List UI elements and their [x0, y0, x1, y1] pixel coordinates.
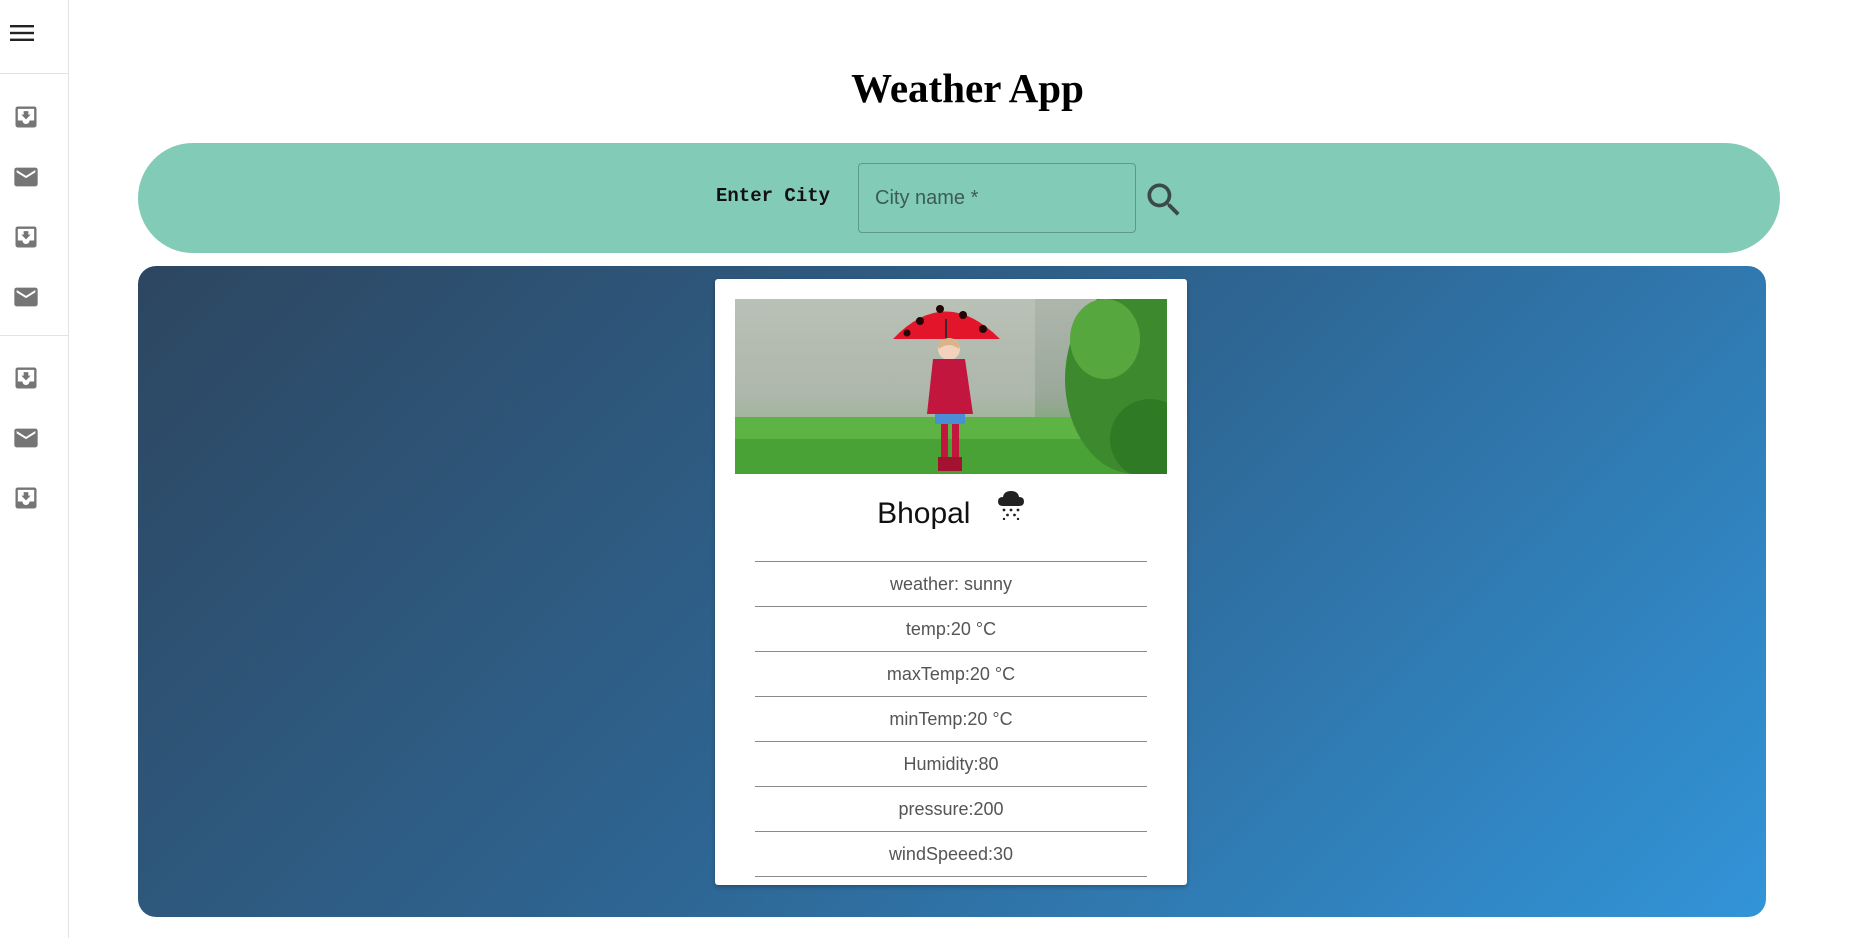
stat-pressure: pressure:200: [755, 786, 1147, 831]
weather-stats-list: weather: sunny temp:20 °C maxTemp:20 °C …: [755, 561, 1147, 877]
hamburger-menu-icon: [10, 25, 34, 41]
city-name-input[interactable]: [858, 163, 1136, 233]
stat-min-temp: minTemp:20 °C: [755, 696, 1147, 741]
sidebar-item-inbox-4[interactable]: [0, 467, 68, 527]
page-title: Weather App: [851, 65, 1084, 111]
sidebar-item-inbox-1[interactable]: [0, 86, 68, 146]
sidebar-item-mail-2[interactable]: [0, 266, 68, 326]
sidebar-item-mail-3[interactable]: [0, 407, 68, 467]
search-bar: Enter City: [138, 143, 1780, 253]
snow-cloud-icon: [997, 490, 1025, 525]
search-label: Enter City: [716, 185, 831, 207]
stat-max-temp: maxTemp:20 °C: [755, 651, 1147, 696]
stat-wind-speed: windSpeeed:30: [755, 831, 1147, 877]
search-icon: [1147, 183, 1180, 216]
sidebar-item-mail-1[interactable]: [0, 146, 68, 206]
inbox-download-icon: [15, 226, 37, 248]
inbox-download-icon: [15, 367, 37, 389]
city-row: Bhopal: [715, 490, 1187, 537]
mail-icon: [14, 167, 38, 187]
mail-icon: [14, 428, 38, 448]
stat-humidity: Humidity:80: [755, 741, 1147, 786]
menu-button[interactable]: [0, 0, 68, 74]
sidebar-item-inbox-2[interactable]: [0, 206, 68, 266]
weather-card: Bhopal weather: sunny temp:20 °C maxTemp…: [715, 279, 1187, 885]
sidebar-item-inbox-3[interactable]: [0, 347, 68, 407]
city-name: Bhopal: [877, 497, 971, 530]
inbox-download-icon: [15, 106, 37, 128]
stat-weather: weather: sunny: [755, 561, 1147, 606]
weather-photo: [735, 299, 1167, 474]
mail-icon: [14, 287, 38, 307]
sidebar-divider: [0, 335, 68, 336]
stat-temp: temp:20 °C: [755, 606, 1147, 651]
sidebar: [0, 0, 69, 938]
weather-panel: Bhopal weather: sunny temp:20 °C maxTemp…: [138, 266, 1766, 917]
inbox-download-icon: [15, 487, 37, 509]
search-button[interactable]: [1142, 178, 1186, 222]
